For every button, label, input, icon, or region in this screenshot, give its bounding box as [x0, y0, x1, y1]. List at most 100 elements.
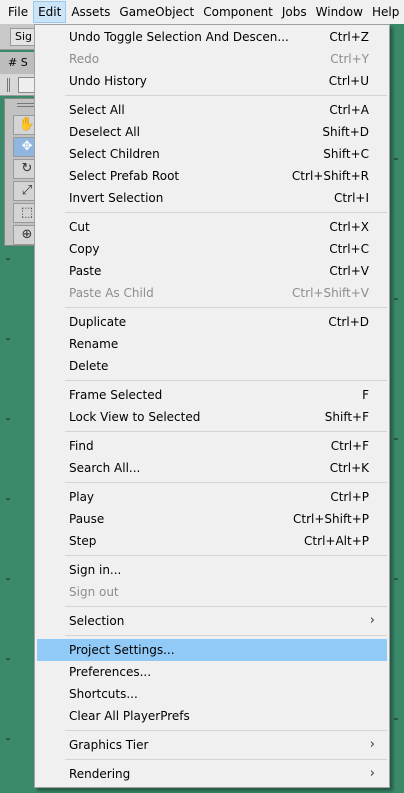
- menu-item-graphics-tier[interactable]: Graphics Tier ›: [37, 734, 387, 756]
- shortcut-label: Ctrl+A: [329, 103, 369, 117]
- menu-item-invert-selection[interactable]: Invert Selection Ctrl+I: [37, 187, 387, 209]
- menu-item-label: Frame Selected: [69, 388, 163, 402]
- menu-separator: [65, 482, 387, 483]
- menu-item-selection[interactable]: Selection ›: [37, 610, 387, 632]
- menu-item-sign-in[interactable]: Sign in...: [37, 559, 387, 581]
- menu-edit[interactable]: Edit: [33, 1, 67, 23]
- menu-separator: [65, 95, 387, 96]
- menu-item-delete[interactable]: Delete: [37, 355, 387, 377]
- menu-item-label: Project Settings...: [69, 643, 175, 657]
- menu-window[interactable]: Window: [312, 1, 367, 23]
- menu-item-label: Selection: [69, 614, 125, 628]
- menu-item-select-children[interactable]: Select Children Shift+C: [37, 143, 387, 165]
- shortcut-label: Ctrl+Y: [330, 52, 369, 66]
- menu-item-label: Delete: [69, 359, 109, 373]
- scene-grid-mark: [6, 738, 10, 740]
- menu-item-clear-playerprefs[interactable]: Clear All PlayerPrefs: [37, 705, 387, 727]
- shortcut-label: Ctrl+C: [329, 242, 369, 256]
- menu-item-sign-out[interactable]: Sign out: [37, 581, 387, 603]
- menu-item-redo[interactable]: Redo Ctrl+Y: [37, 48, 387, 70]
- menu-item-label: Step: [69, 534, 97, 548]
- menu-separator: [65, 606, 387, 607]
- shortcut-label: Shift+C: [323, 147, 369, 161]
- edit-menu-dropdown: Undo Toggle Selection And Descen... Ctrl+…: [34, 24, 390, 788]
- scene-view-right[interactable]: [388, 24, 404, 793]
- menu-item-label: Search All...: [69, 461, 141, 475]
- menu-separator: [65, 759, 387, 760]
- menu-jobs[interactable]: Jobs: [278, 1, 311, 23]
- scene-grid-mark: [6, 418, 10, 420]
- shortcut-label: Ctrl+Shift+R: [291, 169, 369, 183]
- menu-item-search-all[interactable]: Search All... Ctrl+K: [37, 457, 387, 479]
- menu-item-select-all[interactable]: Select All Ctrl+A: [37, 99, 387, 121]
- scene-grid-mark: [394, 298, 398, 300]
- scene-grid-mark: [394, 438, 398, 440]
- menu-item-play[interactable]: Play Ctrl+P: [37, 486, 387, 508]
- shortcut-label: Ctrl+D: [328, 315, 369, 329]
- menu-item-select-prefab-root[interactable]: Select Prefab Root Ctrl+Shift+R: [37, 165, 387, 187]
- shortcut-label: Ctrl+Shift+P: [293, 512, 369, 526]
- menu-item-label: Invert Selection: [69, 191, 164, 205]
- shortcut-label: Ctrl+Shift+V: [292, 286, 369, 300]
- scene-grid-mark: [6, 658, 10, 660]
- menu-item-preferences[interactable]: Preferences...: [37, 661, 387, 683]
- submenu-arrow-icon: ›: [369, 766, 375, 781]
- menu-item-find[interactable]: Find Ctrl+F: [37, 435, 387, 457]
- tools-overlay: ✋ ✥ ↻ ⤢ ⬚ ⊕: [4, 98, 41, 246]
- submenu-arrow-icon: ›: [369, 737, 375, 752]
- menu-item-step[interactable]: Step Ctrl+Alt+P: [37, 530, 387, 552]
- menu-item-cut[interactable]: Cut Ctrl+X: [37, 216, 387, 238]
- menu-item-shortcuts[interactable]: Shortcuts...: [37, 683, 387, 705]
- menu-separator: [65, 380, 387, 381]
- menu-item-label: Preferences...: [69, 665, 152, 679]
- shortcut-label: Ctrl+F: [330, 439, 369, 453]
- menu-item-label: Redo: [69, 52, 100, 66]
- menu-assets[interactable]: Assets: [67, 1, 114, 23]
- shortcut-label: Shift+D: [322, 125, 369, 139]
- shortcut-label: Ctrl+U: [328, 74, 369, 88]
- menu-item-copy[interactable]: Copy Ctrl+C: [37, 238, 387, 260]
- menu-item-duplicate[interactable]: Duplicate Ctrl+D: [37, 311, 387, 333]
- menu-item-label: Pause: [69, 512, 105, 526]
- shortcut-label: Ctrl+P: [330, 490, 369, 504]
- menu-item-pause[interactable]: Pause Ctrl+Shift+P: [37, 508, 387, 530]
- menu-component[interactable]: Component: [199, 1, 277, 23]
- menu-item-label: Deselect All: [69, 125, 140, 139]
- menu-item-label: Graphics Tier: [69, 738, 149, 752]
- menu-item-paste-as-child[interactable]: Paste As Child Ctrl+Shift+V: [37, 282, 387, 304]
- scene-grid-mark: [6, 338, 10, 340]
- menu-item-label: Rename: [69, 337, 119, 351]
- scene-grid-mark: [6, 498, 10, 500]
- menu-item-label: Rendering: [69, 767, 131, 781]
- menu-bar: File Edit Assets GameObject Component Jo…: [0, 0, 404, 24]
- menu-item-lock-view[interactable]: Lock View to Selected Shift+F: [37, 406, 387, 428]
- toolbar-grip: [7, 78, 10, 92]
- shortcut-label: Shift+F: [324, 410, 369, 424]
- menu-item-label: Select Prefab Root: [69, 169, 180, 183]
- menu-item-label: Select Children: [69, 147, 160, 161]
- submenu-arrow-icon: ›: [369, 613, 375, 628]
- scene-grid-mark: [394, 578, 398, 580]
- menu-item-label: Copy: [69, 242, 100, 256]
- menu-gameobject[interactable]: GameObject: [115, 1, 198, 23]
- menu-separator: [65, 555, 387, 556]
- shortcut-label: Ctrl+K: [329, 461, 369, 475]
- menu-item-undo[interactable]: Undo Toggle Selection And Descen... Ctrl+…: [37, 26, 387, 48]
- menu-item-project-settings[interactable]: Project Settings...: [37, 639, 387, 661]
- menu-file[interactable]: File: [4, 1, 32, 23]
- menu-item-frame-selected[interactable]: Frame Selected F: [37, 384, 387, 406]
- menu-item-rendering[interactable]: Rendering ›: [37, 763, 387, 785]
- shortcut-label: Ctrl+Z: [329, 30, 369, 44]
- menu-separator: [65, 307, 387, 308]
- menu-item-deselect-all[interactable]: Deselect All Shift+D: [37, 121, 387, 143]
- menu-item-paste[interactable]: Paste Ctrl+V: [37, 260, 387, 282]
- menu-separator: [65, 431, 387, 432]
- menu-item-label: Undo Toggle Selection And Descen...: [69, 30, 289, 44]
- menu-item-rename[interactable]: Rename: [37, 333, 387, 355]
- menu-item-undo-history[interactable]: Undo History Ctrl+U: [37, 70, 387, 92]
- scene-grid-mark: [6, 578, 10, 580]
- menu-help[interactable]: Help: [368, 1, 403, 23]
- menu-separator: [65, 730, 387, 731]
- menu-item-label: Cut: [69, 220, 90, 234]
- menu-item-label: Paste: [69, 264, 102, 278]
